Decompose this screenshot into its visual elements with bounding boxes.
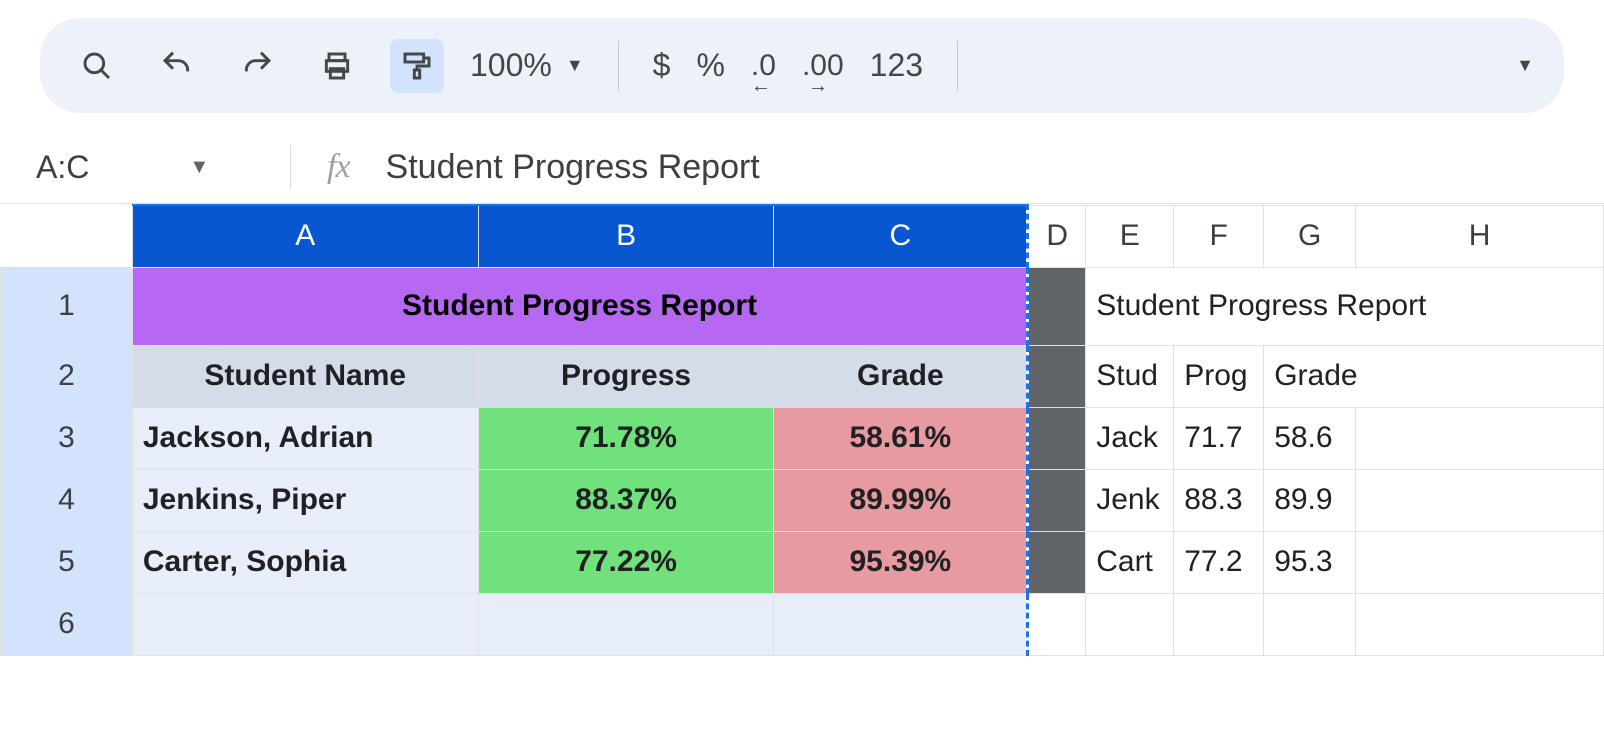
- cell[interactable]: [1174, 593, 1264, 655]
- row-header[interactable]: 2: [1, 345, 133, 407]
- cell[interactable]: [1028, 531, 1086, 593]
- col-header-F[interactable]: F: [1174, 205, 1264, 267]
- col-header-H[interactable]: H: [1356, 205, 1604, 267]
- cell-name[interactable]: Jackson, Adrian: [132, 407, 478, 469]
- cell[interactable]: [1028, 407, 1086, 469]
- row-header[interactable]: 4: [1, 469, 133, 531]
- increase-decimal-button[interactable]: .00 →: [802, 49, 844, 83]
- chevron-down-icon: ▼: [566, 55, 584, 76]
- col-header-E[interactable]: E: [1086, 205, 1174, 267]
- cell-grade[interactable]: 89.99%: [774, 469, 1028, 531]
- cell[interactable]: 58.6: [1264, 407, 1356, 469]
- cell-progress[interactable]: 77.22%: [478, 531, 774, 593]
- cell[interactable]: 88.3: [1174, 469, 1264, 531]
- formula-input[interactable]: Student Progress Report: [386, 148, 1568, 187]
- cell[interactable]: [478, 593, 774, 655]
- cell-header-name[interactable]: Student Name: [132, 345, 478, 407]
- cell[interactable]: [1264, 593, 1356, 655]
- cell[interactable]: Prog: [1174, 345, 1264, 407]
- search-icon[interactable]: [70, 39, 124, 93]
- name-box[interactable]: A:C ▼: [36, 149, 266, 186]
- cell[interactable]: [1356, 593, 1604, 655]
- row-header[interactable]: 1: [1, 267, 133, 345]
- cell[interactable]: [1028, 345, 1086, 407]
- cell[interactable]: [774, 593, 1028, 655]
- paint-format-icon[interactable]: [390, 39, 444, 93]
- cell[interactable]: Jack: [1086, 407, 1174, 469]
- toolbar: 100% ▼ $ % .0 ← .00 → 123 ▼: [40, 18, 1564, 113]
- cell-name[interactable]: Jenkins, Piper: [132, 469, 478, 531]
- more-formats-button[interactable]: 123: [870, 47, 923, 84]
- row-header[interactable]: 3: [1, 407, 133, 469]
- cell-header-grade[interactable]: Grade: [774, 345, 1028, 407]
- cell-grade[interactable]: 58.61%: [774, 407, 1028, 469]
- divider: [957, 41, 958, 91]
- zoom-value: 100%: [470, 47, 552, 84]
- zoom-dropdown[interactable]: 100% ▼: [470, 47, 584, 84]
- col-header-C[interactable]: C: [774, 205, 1028, 267]
- cell[interactable]: 95.3: [1264, 531, 1356, 593]
- select-all-corner[interactable]: [1, 205, 133, 267]
- cell[interactable]: [132, 593, 478, 655]
- format-currency-button[interactable]: $: [653, 47, 671, 84]
- cell[interactable]: 77.2: [1174, 531, 1264, 593]
- sheet-grid[interactable]: A B C D E F G H 1 Student Progress Repor…: [0, 204, 1604, 656]
- cell[interactable]: Jenk: [1086, 469, 1174, 531]
- fx-icon: fx: [315, 148, 362, 186]
- col-header-A[interactable]: A: [132, 205, 478, 267]
- cell-name[interactable]: Carter, Sophia: [132, 531, 478, 593]
- cell[interactable]: [1356, 407, 1604, 469]
- undo-icon[interactable]: [150, 39, 204, 93]
- cell[interactable]: [1356, 469, 1604, 531]
- cell-title[interactable]: Student Progress Report: [132, 267, 1027, 345]
- cell-progress[interactable]: 88.37%: [478, 469, 774, 531]
- cell[interactable]: [1028, 593, 1086, 655]
- cell[interactable]: Cart: [1086, 531, 1174, 593]
- cell[interactable]: [1028, 267, 1086, 345]
- cell-header-progress[interactable]: Progress: [478, 345, 774, 407]
- cell[interactable]: 89.9: [1264, 469, 1356, 531]
- formula-bar-row: A:C ▼ fx Student Progress Report: [0, 135, 1604, 204]
- cell[interactable]: 71.7: [1174, 407, 1264, 469]
- col-header-G[interactable]: G: [1264, 205, 1356, 267]
- format-percent-button[interactable]: %: [696, 47, 724, 84]
- cell[interactable]: [1028, 469, 1086, 531]
- chevron-down-icon: ▼: [189, 156, 209, 179]
- row-header[interactable]: 5: [1, 531, 133, 593]
- cell[interactable]: Grade: [1264, 345, 1604, 407]
- decrease-decimal-button[interactable]: .0 ←: [751, 49, 776, 83]
- cell[interactable]: [1086, 593, 1174, 655]
- name-box-value: A:C: [36, 149, 89, 186]
- print-icon[interactable]: [310, 39, 364, 93]
- redo-icon[interactable]: [230, 39, 284, 93]
- col-header-B[interactable]: B: [478, 205, 774, 267]
- cell-grade[interactable]: 95.39%: [774, 531, 1028, 593]
- toolbar-overflow-icon[interactable]: ▼: [1516, 55, 1534, 76]
- cell[interactable]: [1356, 531, 1604, 593]
- row-header[interactable]: 6: [1, 593, 133, 655]
- cell-progress[interactable]: 71.78%: [478, 407, 774, 469]
- cell[interactable]: Stud: [1086, 345, 1174, 407]
- col-header-D[interactable]: D: [1028, 205, 1086, 267]
- cell[interactable]: Student Progress Report: [1086, 267, 1604, 345]
- divider: [290, 145, 291, 189]
- divider: [618, 41, 619, 91]
